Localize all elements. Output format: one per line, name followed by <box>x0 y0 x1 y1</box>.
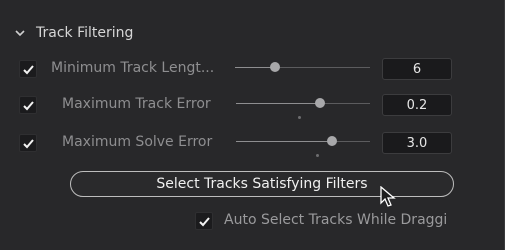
filter-row-maximum-track-error: Maximum Track Error 0.2 <box>0 90 505 120</box>
slider-thumb[interactable] <box>327 136 337 146</box>
auto-select-tracks-label: Auto Select Tracks While Draggi <box>224 212 448 228</box>
minimum-track-length-slider[interactable] <box>235 58 370 78</box>
maximum-solve-error-checkbox[interactable] <box>19 134 37 152</box>
maximum-track-error-label: Maximum Track Error <box>62 96 211 112</box>
section-title: Track Filtering <box>36 25 134 41</box>
slider-default-marker <box>298 116 301 119</box>
checkmark-icon <box>198 216 210 226</box>
filter-row-maximum-solve-error: Maximum Solve Error 3.0 <box>0 128 505 158</box>
pointer-cursor-icon <box>380 186 396 207</box>
checkmark-icon <box>22 64 34 74</box>
slider-thumb[interactable] <box>270 62 280 72</box>
checkmark-icon <box>22 100 34 110</box>
slider-thumb[interactable] <box>315 98 325 108</box>
slider-default-marker <box>316 154 319 157</box>
slider-fill <box>236 141 332 142</box>
maximum-solve-error-value[interactable]: 3.0 <box>382 132 452 154</box>
filter-row-minimum-track-length: Minimum Track Lengt... 6 <box>0 54 505 84</box>
maximum-solve-error-label: Maximum Solve Error <box>62 134 213 150</box>
maximum-solve-error-slider[interactable] <box>236 132 370 157</box>
slider-fill <box>235 67 275 68</box>
checkmark-icon <box>22 138 34 148</box>
maximum-track-error-value[interactable]: 0.2 <box>382 94 452 116</box>
maximum-track-error-checkbox[interactable] <box>19 96 37 114</box>
section-header[interactable]: Track Filtering <box>14 20 133 46</box>
select-tracks-satisfying-filters-button[interactable]: Select Tracks Satisfying Filters <box>70 171 454 197</box>
minimum-track-length-label: Minimum Track Lengt... <box>51 60 215 76</box>
chevron-down-icon[interactable] <box>14 27 26 39</box>
maximum-track-error-slider[interactable] <box>236 94 370 119</box>
minimum-track-length-value[interactable]: 6 <box>382 58 452 80</box>
slider-fill <box>236 103 320 104</box>
auto-select-tracks-checkbox[interactable] <box>195 212 213 230</box>
track-filtering-panel: Track Filtering Minimum Track Lengt... 6… <box>0 0 505 250</box>
minimum-track-length-checkbox[interactable] <box>19 60 37 78</box>
